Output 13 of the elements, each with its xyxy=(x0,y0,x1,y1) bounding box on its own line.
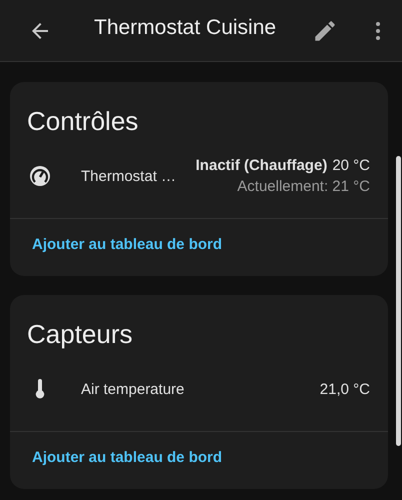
entity-name[interactable]: Thermostat … xyxy=(81,168,196,184)
sensor-value: 21,0 °C xyxy=(320,380,370,398)
entity-name[interactable]: Air temperature xyxy=(81,380,320,398)
hvac-state: Inactif (Chauffage) xyxy=(196,157,328,174)
add-to-dashboard-link[interactable]: Ajouter au tableau de bord xyxy=(10,432,222,466)
scrollbar[interactable] xyxy=(396,156,401,446)
page-title: Thermostat Cuisine xyxy=(94,14,278,40)
gauge-icon xyxy=(28,164,52,188)
target-temperature: 20 °C xyxy=(332,157,370,174)
card-title: Contrôles xyxy=(26,105,140,138)
current-temperature: Actuellement: 21 °C xyxy=(237,178,370,195)
add-to-dashboard-link[interactable]: Ajouter au tableau de bord xyxy=(10,219,222,253)
card-title: Capteurs xyxy=(26,318,134,351)
